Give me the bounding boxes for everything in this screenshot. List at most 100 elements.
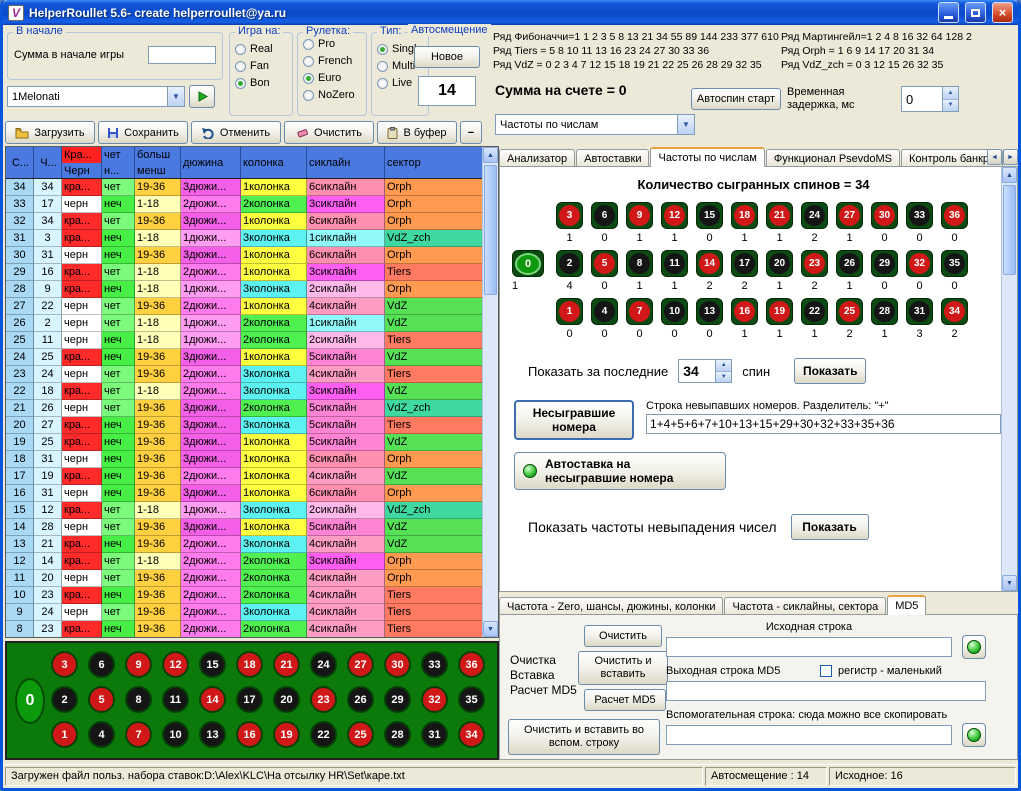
table-row[interactable]: 1512кра...чет1-181дюжи...3колонка2сиклай…: [6, 502, 484, 519]
board-number[interactable]: 11: [162, 686, 189, 713]
number-tile[interactable]: 2: [556, 250, 583, 277]
number-tile[interactable]: 19: [766, 298, 793, 325]
board-number[interactable]: 8: [125, 686, 152, 713]
number-tile[interactable]: 3: [556, 202, 583, 229]
tab-1[interactable]: Анализатор: [499, 149, 575, 167]
column-header[interactable]: колонка: [241, 147, 307, 178]
maximize-button[interactable]: [965, 2, 986, 23]
table-row[interactable]: 1214кра...чет1-182дюжи...2колонка3сиклай…: [6, 553, 484, 570]
board-number[interactable]: 19: [273, 721, 300, 748]
board-number[interactable]: 22: [310, 721, 337, 748]
board-number[interactable]: 35: [458, 686, 485, 713]
register-checkbox[interactable]: [820, 665, 832, 677]
number-tile[interactable]: 9: [626, 202, 653, 229]
table-row[interactable]: 2126чернчет19-363дюжи...2колонка5сиклайн…: [6, 400, 484, 417]
board-number[interactable]: 24: [310, 651, 337, 678]
number-tile[interactable]: 27: [836, 202, 863, 229]
column-header[interactable]: сиклайн: [307, 147, 385, 178]
board-number[interactable]: 34: [458, 721, 485, 748]
table-row[interactable]: 3434кра...чет19-363дюжи...1колонка6сикла…: [6, 179, 484, 196]
table-row[interactable]: 1719кра...неч19-362дюжи...1колонка4сикла…: [6, 468, 484, 485]
number-tile[interactable]: 22: [801, 298, 828, 325]
number-tile[interactable]: 15: [696, 202, 723, 229]
number-tile[interactable]: 31: [906, 298, 933, 325]
number-tile[interactable]: 17: [731, 250, 758, 277]
scroll-down-icon[interactable]: ▼: [1002, 575, 1017, 591]
radio-option-nozero[interactable]: NoZero: [303, 89, 361, 101]
table-row[interactable]: 3234кра...чет19-363дюжи...1колонка6сикла…: [6, 213, 484, 230]
board-number[interactable]: 12: [162, 651, 189, 678]
number-tile[interactable]: 7: [626, 298, 653, 325]
save-button[interactable]: Сохранить: [98, 121, 188, 144]
board-number[interactable]: 32: [421, 686, 448, 713]
board-number[interactable]: 23: [310, 686, 337, 713]
table-row[interactable]: 3317черннеч1-182дюжи...2колонка3сиклайнO…: [6, 196, 484, 213]
table-row[interactable]: 1428чернчет19-363дюжи...1колонка5сиклайн…: [6, 519, 484, 536]
md5-aux-input[interactable]: [666, 725, 952, 745]
md5-clear-button[interactable]: Очистить: [584, 625, 662, 647]
chevron-down-icon[interactable]: ▼: [677, 115, 694, 134]
close-button[interactable]: ×: [992, 2, 1013, 23]
board-number[interactable]: 6: [88, 651, 115, 678]
column-header[interactable]: четн...: [102, 147, 135, 178]
table-row[interactable]: 313кра...неч1-181дюжи...3колонка1сиклайн…: [6, 230, 484, 247]
table-row[interactable]: 2916кра...чет1-182дюжи...1колонка3сиклай…: [6, 264, 484, 281]
number-tile[interactable]: 20: [766, 250, 793, 277]
number-tile[interactable]: 10: [661, 298, 688, 325]
number-tile[interactable]: 6: [591, 202, 618, 229]
number-tile[interactable]: 36: [941, 202, 968, 229]
scroll-down-icon[interactable]: ▼: [483, 621, 498, 637]
board-number[interactable]: 4: [88, 721, 115, 748]
number-tile[interactable]: 28: [871, 298, 898, 325]
column-header[interactable]: Ч...: [34, 147, 62, 178]
md5-aux-led-button[interactable]: [962, 723, 986, 747]
column-header[interactable]: Кра...Черн: [62, 147, 102, 178]
board-number[interactable]: 27: [347, 651, 374, 678]
board-number[interactable]: 15: [199, 651, 226, 678]
board-number[interactable]: 36: [458, 651, 485, 678]
number-tile-zero[interactable]: 0: [512, 250, 544, 277]
table-row[interactable]: 3031черннеч19-363дюжи...1колонка6сиклайн…: [6, 247, 484, 264]
tab-2[interactable]: Частота - сиклайны, сектора: [724, 597, 886, 615]
board-number[interactable]: 7: [125, 721, 152, 748]
radio-option-french[interactable]: French: [303, 55, 361, 67]
number-tile[interactable]: 16: [731, 298, 758, 325]
undo-button[interactable]: Отменить: [191, 121, 281, 144]
board-number[interactable]: 3: [51, 651, 78, 678]
board-number[interactable]: 2: [51, 686, 78, 713]
board-number[interactable]: 9: [125, 651, 152, 678]
table-row[interactable]: 1321кра...неч19-362дюжи...3колонка4сикла…: [6, 536, 484, 553]
tab-scroll-right-button[interactable]: ►: [1003, 149, 1018, 165]
preset-combobox[interactable]: 1Melonati ▼: [7, 86, 185, 107]
md5-source-led-button[interactable]: [962, 635, 986, 659]
scroll-up-icon[interactable]: ▲: [1002, 167, 1017, 183]
table-row[interactable]: 262чернчет1-181дюжи...2колонка1сиклайнVd…: [6, 315, 484, 332]
md5-clear-paste-button[interactable]: Очистить и вставить: [578, 651, 668, 685]
clear-button[interactable]: Очистить: [284, 121, 374, 144]
md5-output-input[interactable]: [666, 681, 986, 701]
missed-numbers-button[interactable]: Несыгравшие номера: [514, 400, 634, 440]
board-number[interactable]: 29: [384, 686, 411, 713]
number-tile[interactable]: 14: [696, 250, 723, 277]
tab-3[interactable]: MD5: [887, 595, 926, 615]
table-row[interactable]: 2425кра...неч19-363дюжи...1колонка5сикла…: [6, 349, 484, 366]
board-number[interactable]: 13: [199, 721, 226, 748]
board-number[interactable]: 10: [162, 721, 189, 748]
table-row[interactable]: 823кра...неч19-362дюжи...2колонка4сиклай…: [6, 621, 484, 638]
table-row[interactable]: 289кра...неч1-181дюжи...3колонка2сиклайн…: [6, 281, 484, 298]
board-number[interactable]: 26: [347, 686, 374, 713]
board-number[interactable]: 5: [88, 686, 115, 713]
number-tile[interactable]: 25: [836, 298, 863, 325]
md5-clear-paste-aux-button[interactable]: Очистить и вставить во вспом. строку: [508, 719, 660, 755]
number-tile[interactable]: 30: [871, 202, 898, 229]
board-number[interactable]: 33: [421, 651, 448, 678]
board-zero[interactable]: 0: [15, 678, 45, 724]
table-row[interactable]: 2722чернчет19-362дюжи...1колонка4сиклайн…: [6, 298, 484, 315]
scrollbar-thumb[interactable]: [484, 165, 497, 295]
number-tile[interactable]: 26: [836, 250, 863, 277]
table-row[interactable]: 1925кра...неч19-363дюжи...1колонка5сикла…: [6, 434, 484, 451]
board-number[interactable]: 1: [51, 721, 78, 748]
number-tile[interactable]: 34: [941, 298, 968, 325]
board-number[interactable]: 25: [347, 721, 374, 748]
autoshift-value[interactable]: 14: [418, 76, 476, 106]
